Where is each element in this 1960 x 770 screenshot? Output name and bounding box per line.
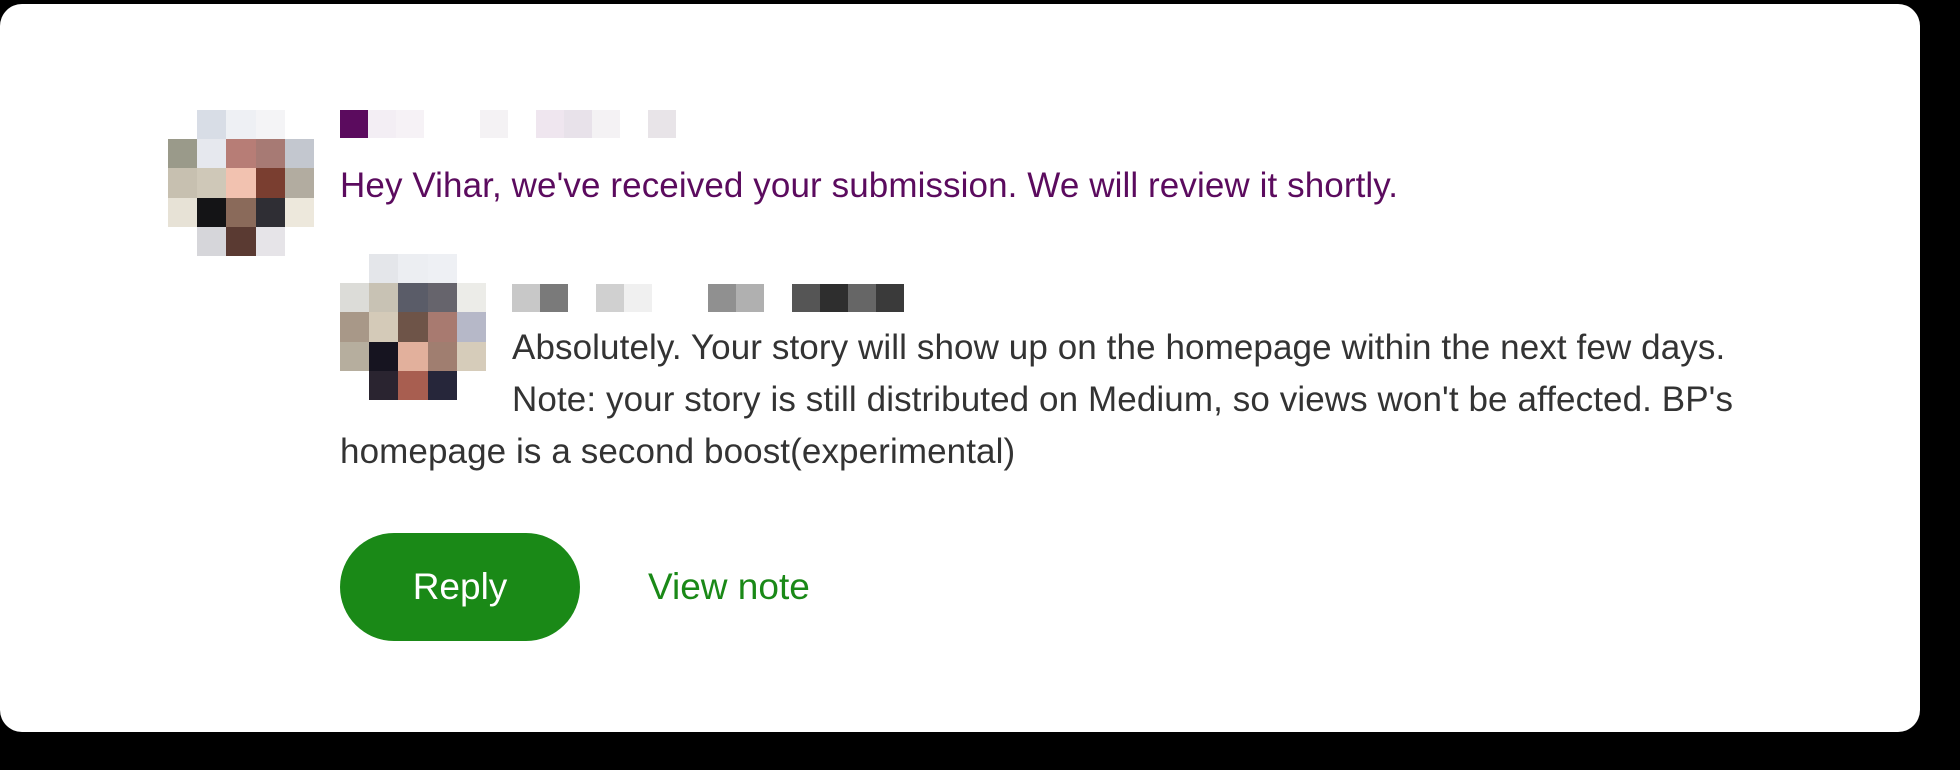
name-pixel <box>508 110 536 138</box>
avatar-pixel <box>255 226 285 256</box>
name-pixel <box>452 110 480 138</box>
name-pixel <box>512 284 540 312</box>
avatar-pixel <box>427 283 457 313</box>
avatar-pixel <box>284 168 314 198</box>
avatar-pixel <box>398 254 428 284</box>
name-pixel <box>424 110 452 138</box>
name-pixel <box>652 284 680 312</box>
avatar-pixel <box>255 168 285 198</box>
sender-name-redacted <box>340 110 676 138</box>
name-pixel <box>396 110 424 138</box>
reply-message-container: Absolutely. Your story will show up on t… <box>340 322 1760 478</box>
name-pixel <box>764 284 792 312</box>
avatar-pixel <box>226 226 256 256</box>
name-pixel <box>820 284 848 312</box>
name-pixel <box>680 284 708 312</box>
avatar-pixel <box>168 168 198 198</box>
avatar-pixel <box>168 139 198 169</box>
view-note-link[interactable]: View note <box>648 563 810 611</box>
avatar-pixel <box>340 254 370 284</box>
avatar-pixel <box>226 139 256 169</box>
name-pixel <box>536 110 564 138</box>
avatar-pixel <box>284 197 314 227</box>
reply-button[interactable]: Reply <box>340 533 580 641</box>
avatar-spacer <box>340 322 512 426</box>
avatar-pixel <box>456 283 486 313</box>
avatar-pixel <box>255 197 285 227</box>
avatar-pixel <box>427 254 457 284</box>
avatar-pixel <box>398 283 428 313</box>
avatar-pixel <box>197 110 227 140</box>
avatar-pixel <box>255 139 285 169</box>
name-pixel <box>480 110 508 138</box>
avatar-pixel <box>226 197 256 227</box>
avatar-pixel <box>168 197 198 227</box>
reply-author-name-redacted <box>512 284 904 312</box>
notification-card: Hey Vihar, we've received your submissio… <box>0 4 1920 732</box>
name-pixel <box>596 284 624 312</box>
name-pixel <box>592 110 620 138</box>
avatar-pixel <box>369 283 399 313</box>
name-pixel <box>620 110 648 138</box>
name-pixel <box>568 284 596 312</box>
sender-message: Hey Vihar, we've received your submissio… <box>340 166 1399 205</box>
avatar-pixel <box>284 110 314 140</box>
avatar-pixel <box>255 110 285 140</box>
avatar-pixel <box>284 226 314 256</box>
name-pixel <box>708 284 736 312</box>
avatar-pixel <box>284 139 314 169</box>
avatar-pixel <box>168 226 198 256</box>
name-pixel <box>540 284 568 312</box>
avatar-pixel <box>197 226 227 256</box>
sender-avatar <box>168 110 314 256</box>
name-pixel <box>736 284 764 312</box>
avatar-pixel <box>226 168 256 198</box>
avatar-pixel <box>197 139 227 169</box>
avatar-pixel <box>197 197 227 227</box>
avatar-pixel <box>340 283 370 313</box>
name-pixel <box>564 110 592 138</box>
reply-message: Absolutely. Your story will show up on t… <box>340 328 1734 471</box>
name-pixel <box>368 110 396 138</box>
avatar-pixel <box>456 254 486 284</box>
avatar-pixel <box>168 110 198 140</box>
name-pixel <box>876 284 904 312</box>
avatar-pixel <box>226 110 256 140</box>
avatar-pixel <box>369 254 399 284</box>
name-pixel <box>792 284 820 312</box>
name-pixel <box>848 284 876 312</box>
name-pixel <box>340 110 368 138</box>
name-pixel <box>624 284 652 312</box>
name-pixel <box>648 110 676 138</box>
avatar-pixel <box>197 168 227 198</box>
